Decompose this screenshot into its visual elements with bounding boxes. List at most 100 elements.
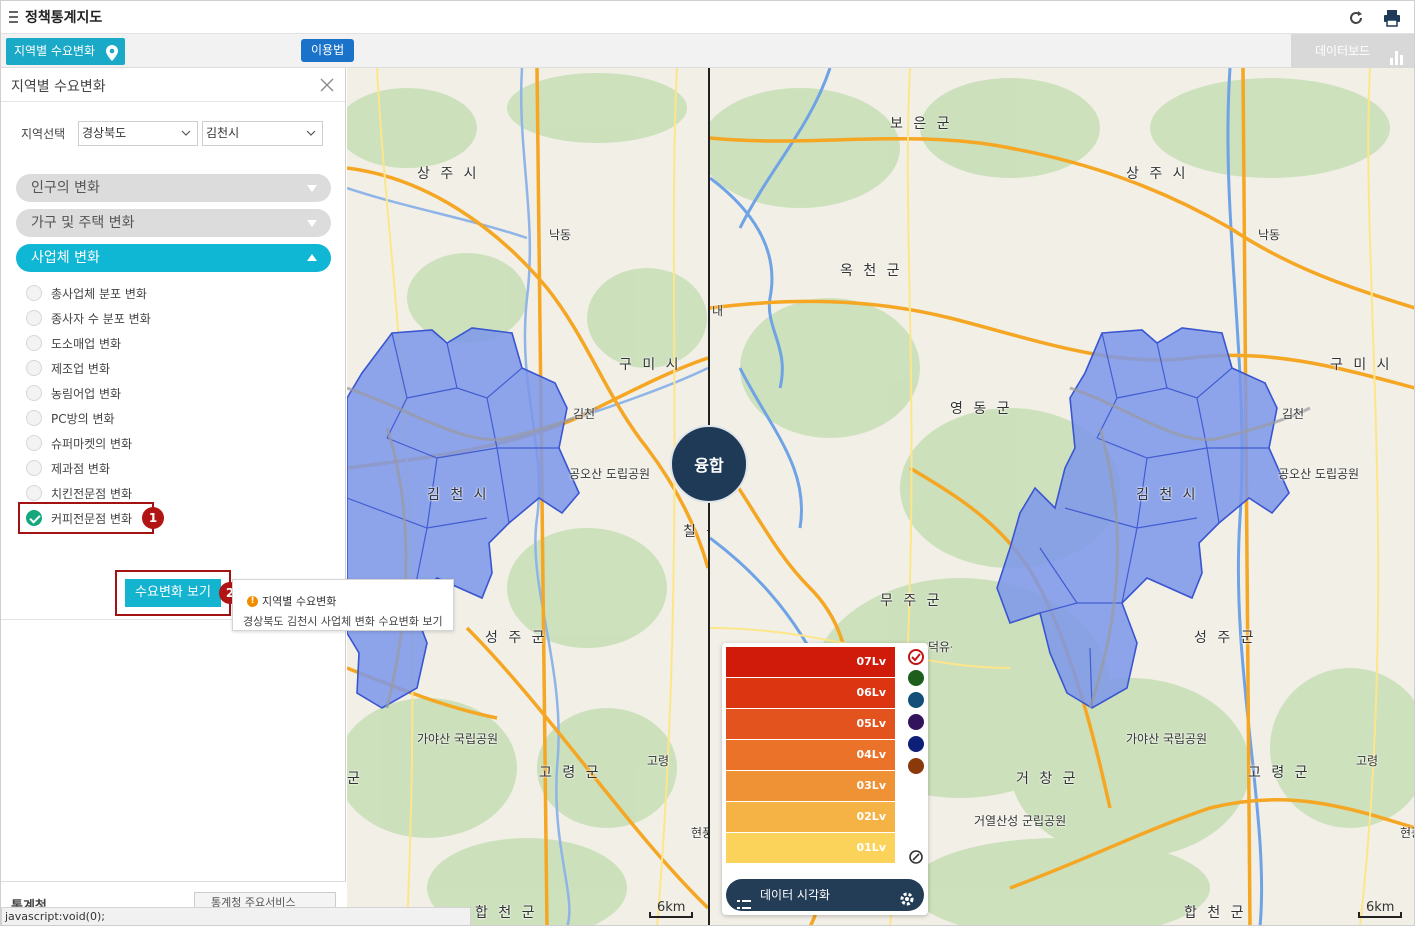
data-visualization-button[interactable]: 데이터 시각화 <box>726 879 924 911</box>
app-header: 정책통계지도 <box>1 1 1414 34</box>
info-icon: ! <box>247 595 258 607</box>
accordion-label: 가구 및 주택 변화 <box>31 215 135 231</box>
junction-label: 고령 <box>1356 754 1379 768</box>
option-retail[interactable]: 도소매업 변화 <box>26 334 121 352</box>
reset-icon[interactable] <box>909 850 925 866</box>
legend-level: 02Lv <box>726 802 895 832</box>
step-badge-1: 1 <box>142 507 164 529</box>
radio-icon <box>26 335 42 351</box>
tooltip: ! 지역별 수요변화 경상북도 김천시 사업체 변화 수요변화 보기 <box>232 579 454 631</box>
toolbar: 지역별 수요변화 이용법 데이터보드 <box>1 34 1414 68</box>
region-select-label: 지역선택 <box>21 127 66 141</box>
map-left[interactable]: 상 주 시 구 미 시 김 천 시 성 주 군 고 령 군 칠 곡 공오산 도립… <box>347 68 708 925</box>
gear-icon[interactable] <box>899 887 915 919</box>
park-label: 공오산 도립공원 <box>569 467 651 481</box>
option-label: 농림어업 변화 <box>51 386 122 401</box>
dashboard-label: 데이터보드 <box>1315 44 1371 58</box>
radio-icon <box>26 460 42 476</box>
legend-level: 01Lv <box>726 833 895 863</box>
map-label: 군 <box>347 771 363 787</box>
highlight-box-1 <box>18 502 154 534</box>
show-change-button[interactable]: 수요변화 보기 <box>125 579 221 607</box>
region-change-label: 지역별 수요변화 <box>14 44 96 58</box>
option-pc-room[interactable]: PC방의 변화 <box>26 409 115 427</box>
region-select-row: 지역선택 경상북도 김천시 <box>21 121 323 146</box>
map-label: 고 령 군 <box>1248 765 1311 781</box>
accordion-population[interactable]: 인구의 변화 <box>16 174 331 202</box>
legend-level: 03Lv <box>726 771 895 801</box>
junction-label: 현풍 <box>1400 826 1414 840</box>
map-label: 성 주 군 <box>485 630 548 646</box>
map-scale: 6km <box>1357 900 1404 918</box>
radio-icon <box>26 435 42 451</box>
chevron-down-icon <box>181 130 191 136</box>
city-select[interactable]: 김천시 <box>202 121 323 146</box>
usage-guide-button[interactable]: 이용법 <box>301 39 355 62</box>
option-label: 치킨전문점 변화 <box>51 486 133 501</box>
color-scheme-red-selected[interactable] <box>908 649 924 665</box>
tooltip-title: 지역별 수요변화 <box>262 595 337 608</box>
color-scheme-teal[interactable] <box>908 692 924 708</box>
park-label: 가야산 국립공원 <box>417 732 499 746</box>
accordion-business[interactable]: 사업체 변화 <box>16 244 331 272</box>
tooltip-description: 경상북도 김천시 사업체 변화 수요변화 보기 <box>243 615 443 628</box>
color-scheme-purple[interactable] <box>908 714 924 730</box>
option-bakery[interactable]: 제과점 변화 <box>26 459 110 477</box>
radio-icon <box>26 360 42 376</box>
accordion-household[interactable]: 가구 및 주택 변화 <box>16 209 331 237</box>
junction-label: 낙동 <box>549 228 572 242</box>
radio-icon <box>26 310 42 326</box>
map-pin-icon <box>106 44 119 71</box>
map-label: 영 동 군 <box>950 401 1013 417</box>
junction-label: 고령 <box>647 754 670 768</box>
legend-level: 04Lv <box>726 740 895 770</box>
park-label: 덕유산 국립공원 <box>928 640 952 654</box>
option-total-business[interactable]: 총사업체 분포 변화 <box>26 284 147 302</box>
radio-icon <box>26 485 42 501</box>
option-manufacturing[interactable]: 제조업 변화 <box>26 359 110 377</box>
radio-icon <box>26 385 42 401</box>
triangle-down-icon <box>307 220 317 227</box>
map-label: 거 창 군 <box>1016 771 1079 787</box>
junction-label: 김천 <box>573 407 596 421</box>
map-label: 보 은 군 <box>890 116 953 132</box>
color-scheme-navy[interactable] <box>908 736 924 752</box>
junction-label: 낙동 <box>1258 228 1281 242</box>
print-icon[interactable] <box>1382 8 1402 28</box>
option-label: PC방의 변화 <box>51 411 115 426</box>
option-label: 총사업체 분포 변화 <box>51 286 147 301</box>
radio-icon <box>26 410 42 426</box>
color-scheme-green[interactable] <box>908 670 924 686</box>
check-icon <box>911 653 921 662</box>
option-chicken[interactable]: 치킨전문점 변화 <box>26 484 132 502</box>
accordion-label: 인구의 변화 <box>31 180 100 196</box>
option-supermarket[interactable]: 슈퍼마켓의 변화 <box>26 434 132 452</box>
side-panel: 지역별 수요변화 지역선택 경상북도 김천시 인구의 변화 가구 및 주택 변화… <box>1 68 346 925</box>
option-employees[interactable]: 종사자 수 분포 변화 <box>26 309 151 327</box>
map-label: 상 주 시 <box>1126 166 1189 182</box>
radio-icon <box>26 285 42 301</box>
option-label: 제과점 변화 <box>51 461 111 476</box>
region-change-button[interactable]: 지역별 수요변화 <box>6 38 126 65</box>
map-label: 옥 천 군 <box>840 263 903 279</box>
app-window: 정책통계지도 지역별 수요변화 이용법 데이터보드 지역별 수요변화 지역선택 … <box>0 0 1415 926</box>
fuse-button[interactable]: 융합 <box>670 425 748 503</box>
menu-icon[interactable] <box>9 11 25 23</box>
map-label: 합 천 군 <box>475 905 538 921</box>
map-label: 상 주 시 <box>417 166 480 182</box>
option-label: 제조업 변화 <box>51 361 111 376</box>
legend-level: 06Lv <box>726 678 895 708</box>
close-icon[interactable] <box>319 77 335 93</box>
list-icon <box>737 890 751 922</box>
option-label: 종사자 수 분포 변화 <box>51 311 151 326</box>
map-label: 합 천 군 <box>1184 905 1247 921</box>
map-label: 무 주 군 <box>880 593 943 609</box>
dashboard-button[interactable]: 데이터보드 <box>1291 34 1414 68</box>
app-title: 정책통계지도 <box>25 10 103 26</box>
chevron-down-icon <box>306 130 316 136</box>
triangle-up-icon <box>307 254 317 261</box>
province-select[interactable]: 경상북도 <box>78 121 198 146</box>
refresh-icon[interactable] <box>1346 8 1366 28</box>
option-agriculture[interactable]: 농림어업 변화 <box>26 384 121 402</box>
color-scheme-brown[interactable] <box>908 758 924 774</box>
